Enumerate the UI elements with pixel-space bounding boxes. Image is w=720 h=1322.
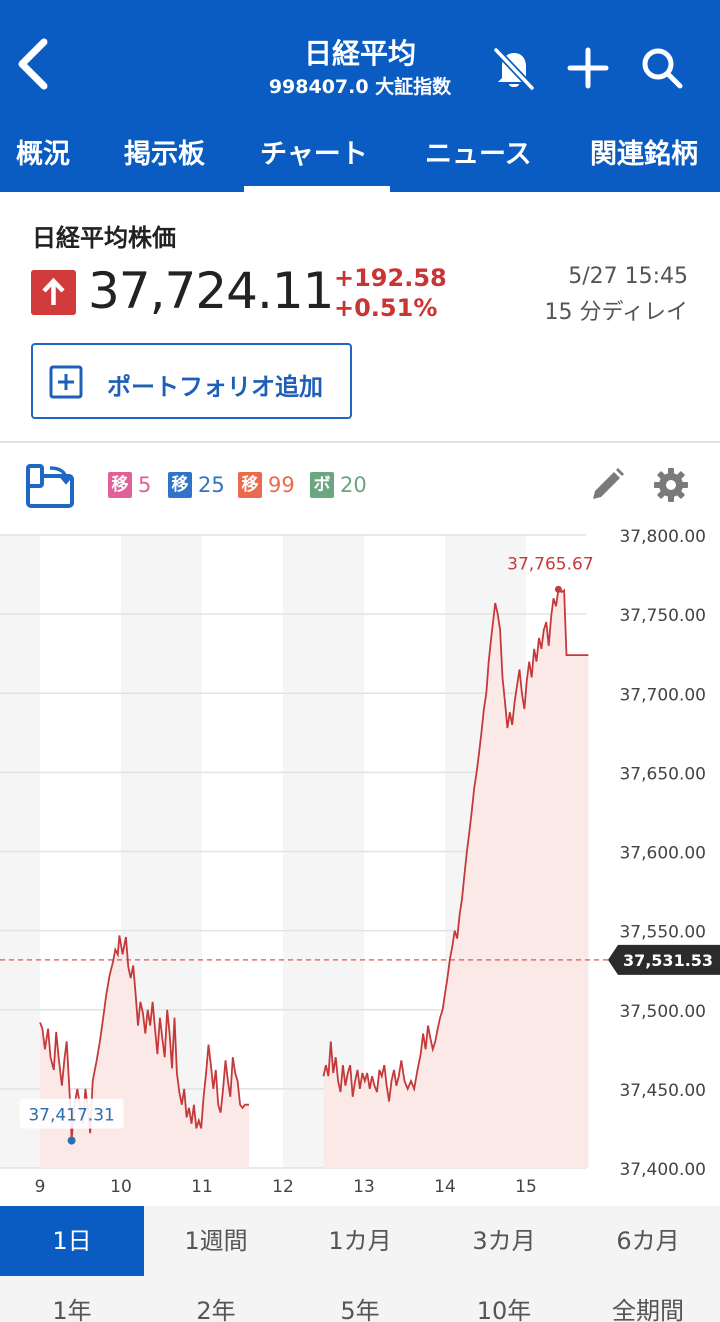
x-tick-label: 13: [353, 1177, 375, 1197]
y-tick-label: 37,650.00: [619, 764, 706, 784]
indicator-badge: ボ: [310, 472, 334, 498]
high-point: [554, 585, 562, 593]
tab-related-stocks[interactable]: 関連銘柄: [590, 132, 698, 171]
indicator-badge: 移: [108, 472, 132, 498]
period-5y[interactable]: 5年: [288, 1286, 432, 1322]
period-1d[interactable]: 1日: [0, 1206, 144, 1276]
plus-square-icon: [49, 365, 83, 399]
pencil-icon[interactable]: [588, 466, 626, 504]
period-2y[interactable]: 2年: [144, 1286, 288, 1322]
delay-note: 15 分ディレイ: [544, 300, 688, 325]
tab-chart[interactable]: チャート: [260, 132, 368, 171]
previous-close-label: 37,531.53: [623, 951, 713, 970]
gear-icon[interactable]: [652, 466, 690, 504]
x-tick-label: 15: [515, 1177, 537, 1197]
indicator-value: 99: [268, 473, 295, 497]
tab-board[interactable]: 掲示板: [124, 132, 205, 171]
x-tick-label: 9: [35, 1177, 46, 1197]
x-tick-label: 10: [110, 1177, 132, 1197]
period-1w[interactable]: 1週間: [144, 1206, 288, 1276]
active-tab-indicator: [244, 186, 390, 192]
indicator-ma25[interactable]: 移 25: [168, 470, 225, 500]
quote-datetime: 5/27 15:45: [568, 264, 688, 289]
add-portfolio-label: ポートフォリオ追加: [107, 373, 323, 401]
price-change-percent: +0.51%: [334, 294, 438, 322]
low-label: 37,417.31: [28, 1106, 115, 1126]
x-tick-label: 11: [191, 1177, 213, 1197]
intraday-price-chart[interactable]: 37,800.00 37,750.00 37,700.00 37,650.00 37,6…: [0, 520, 720, 1206]
add-portfolio-button[interactable]: ポートフォリオ追加: [31, 343, 352, 419]
bell-off-icon[interactable]: [490, 44, 538, 92]
page-subtitle: 998407.0 大証指数: [268, 76, 452, 98]
period-6m[interactable]: 6カ月: [576, 1206, 720, 1276]
price-change: +192.58: [334, 264, 447, 292]
low-point: [67, 1136, 76, 1145]
arrow-up-icon: [31, 270, 76, 315]
rotate-screen-icon[interactable]: [24, 462, 76, 510]
x-tick-label: 14: [434, 1177, 456, 1197]
y-tick-label: 37,800.00: [619, 527, 706, 547]
x-tick-label: 12: [272, 1177, 294, 1197]
y-tick-label: 37,550.00: [619, 923, 706, 943]
section-divider: [0, 441, 720, 443]
indicator-bollinger20[interactable]: ボ 20: [310, 470, 367, 500]
indicator-value: 25: [198, 473, 225, 497]
tab-bar: 概況 掲示板 チャート ニュース 関連銘柄: [0, 122, 720, 192]
period-1y[interactable]: 1年: [0, 1286, 144, 1322]
indicator-value: 5: [138, 473, 152, 497]
tab-news[interactable]: ニュース: [425, 132, 532, 171]
plus-icon[interactable]: [564, 44, 612, 92]
tab-overview[interactable]: 概況: [16, 132, 70, 171]
period-1m[interactable]: 1カ月: [288, 1206, 432, 1276]
indicator-ma99[interactable]: 移 99: [238, 470, 295, 500]
indicator-badge: 移: [238, 472, 262, 498]
y-tick-label: 37,500.00: [619, 1002, 706, 1022]
search-icon[interactable]: [638, 44, 686, 92]
high-label: 37,765.67: [507, 554, 594, 574]
indicator-value: 20: [340, 473, 367, 497]
indicator-ma5[interactable]: 移 5: [108, 470, 151, 500]
period-selector: 1日 1週間 1カ月 3カ月 6カ月 1年 2年 5年 10年 全期間: [0, 1206, 720, 1322]
app-header: 日経平均 998407.0 大証指数 概況 掲示板 チャート ニュース 関連銘柄: [0, 0, 720, 192]
current-price: 37,724.11: [88, 262, 334, 320]
y-tick-label: 37,750.00: [619, 606, 706, 626]
y-tick-label: 37,700.00: [619, 685, 706, 705]
period-3m[interactable]: 3カ月: [432, 1206, 576, 1276]
previous-close-tag: 37,531.53: [608, 944, 720, 975]
y-tick-label: 37,450.00: [619, 1081, 706, 1101]
y-tick-label: 37,600.00: [619, 844, 706, 864]
stock-name: 日経平均株価: [32, 224, 176, 252]
page-title: 日経平均: [303, 37, 416, 70]
indicator-badge: 移: [168, 472, 192, 498]
period-10y[interactable]: 10年: [432, 1286, 576, 1322]
y-tick-label: 37,400.00: [619, 1160, 706, 1180]
period-all[interactable]: 全期間: [576, 1286, 720, 1322]
